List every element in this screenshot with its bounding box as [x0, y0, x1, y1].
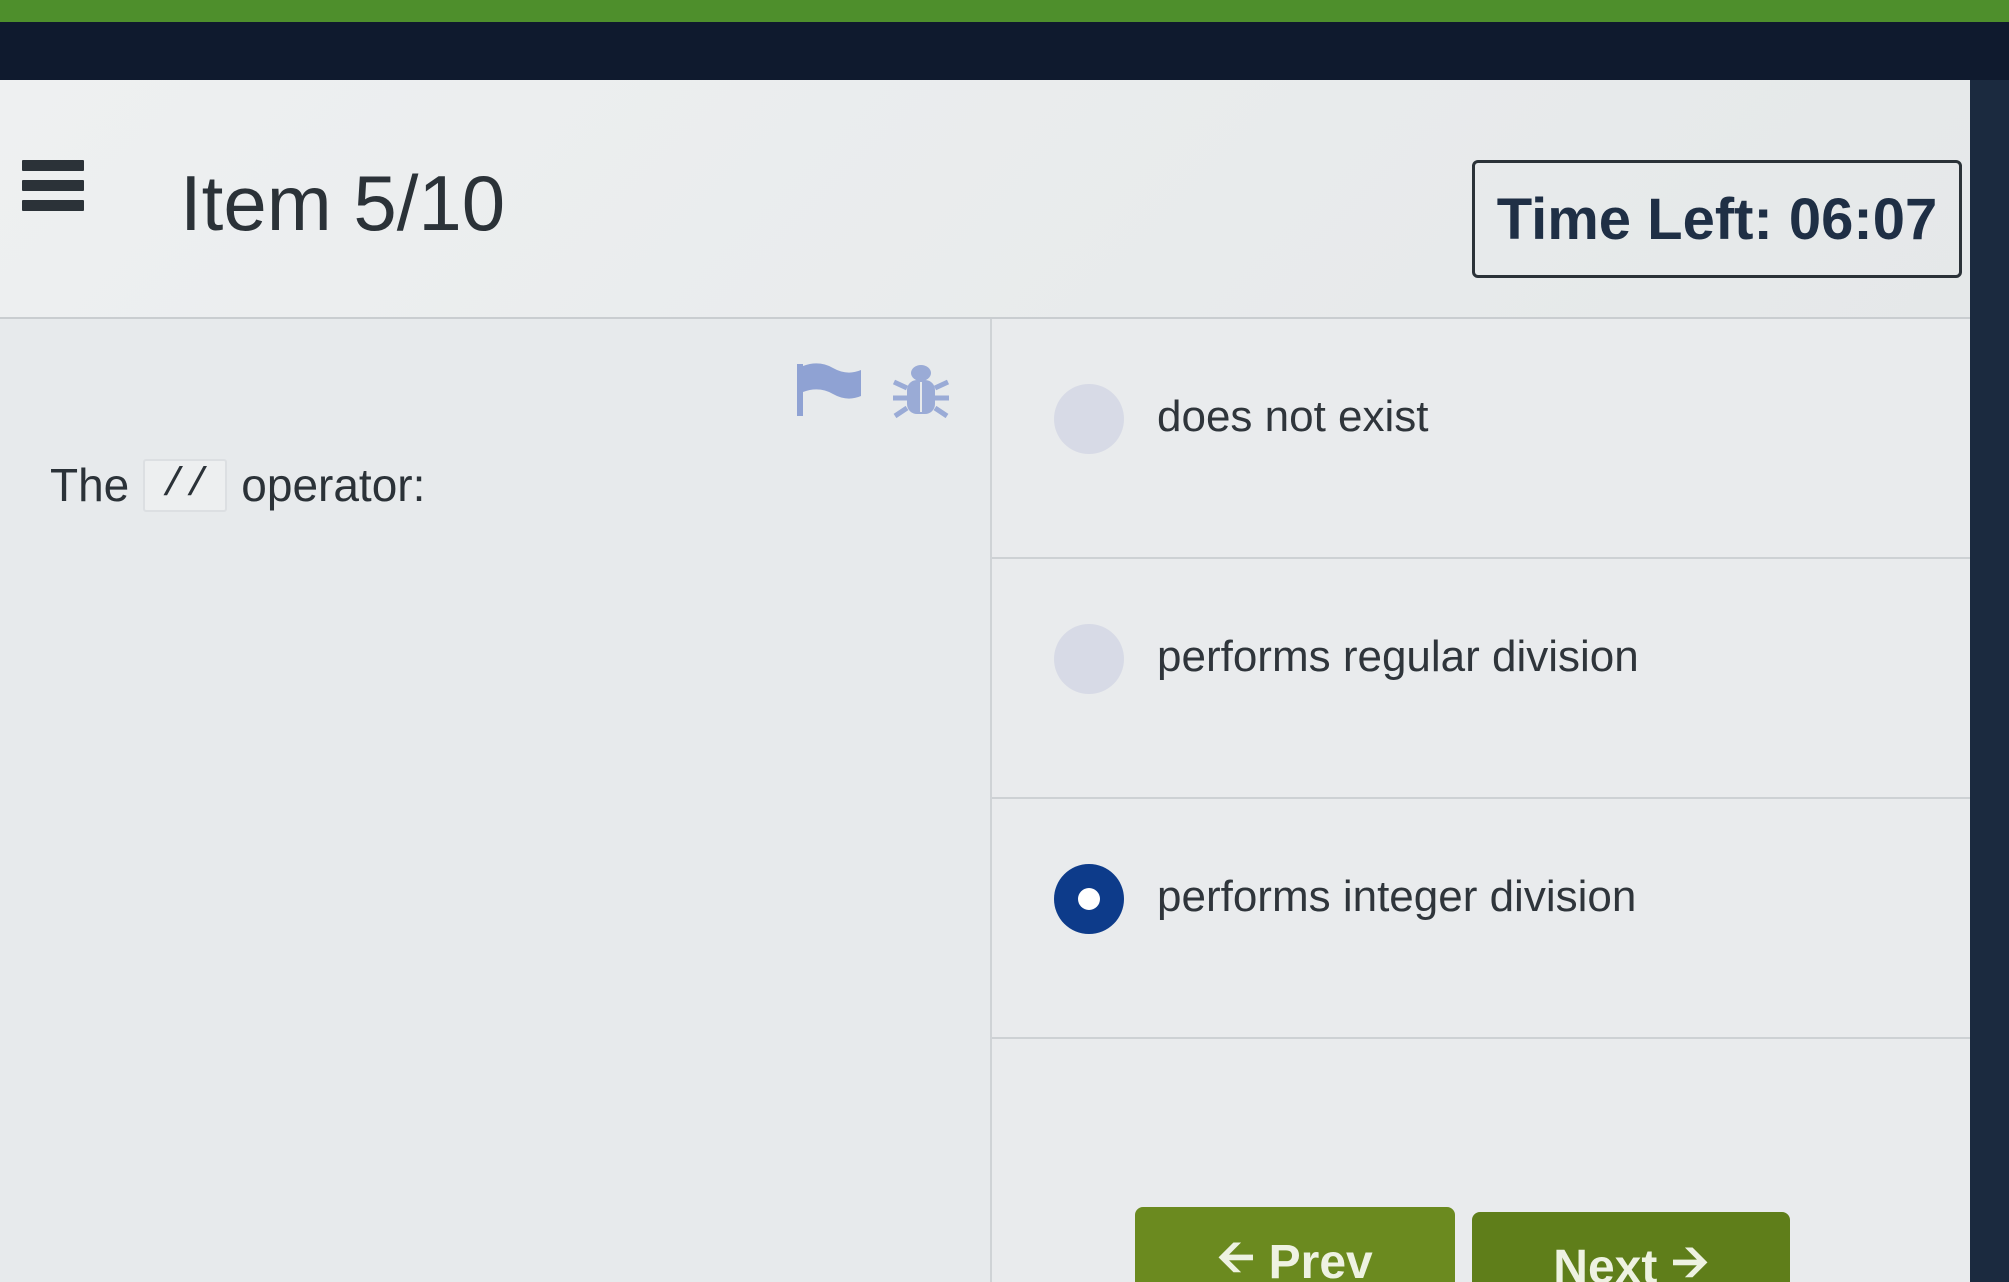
- next-button[interactable]: Next 🡪: [1472, 1212, 1790, 1282]
- answer-options: does not exist performs regular division…: [992, 319, 1970, 1282]
- item-counter: Item 5/10: [180, 159, 506, 247]
- radio-button-unselected[interactable]: [1054, 384, 1124, 454]
- question-code: //: [143, 458, 228, 512]
- top-accent-bar: [0, 0, 2009, 22]
- next-button-label: Next: [1553, 1240, 1658, 1282]
- question-text: The // operator:: [50, 458, 425, 512]
- prev-button-label: Prev: [1268, 1235, 1373, 1282]
- radio-button-unselected[interactable]: [1054, 624, 1124, 694]
- flag-icon[interactable]: [795, 362, 865, 418]
- arrow-left-icon: 🡨: [1217, 1230, 1255, 1282]
- prev-button[interactable]: 🡨 Prev: [1135, 1207, 1455, 1282]
- answer-label: performs integer division: [1157, 872, 1637, 921]
- hamburger-menu-icon[interactable]: [22, 160, 84, 218]
- answer-option-3[interactable]: performs integer division: [992, 799, 1970, 1039]
- bug-icon[interactable]: [890, 360, 952, 422]
- answer-option-1[interactable]: does not exist: [992, 319, 1970, 559]
- radio-button-selected[interactable]: [1054, 864, 1124, 934]
- quiz-screen: Item 5/10 Time Left: 06:07 The // operat…: [0, 80, 1970, 1282]
- arrow-right-icon: 🡪: [1671, 1235, 1709, 1282]
- top-dark-bar: [0, 22, 2009, 80]
- time-left-display: Time Left: 06:07: [1472, 160, 1962, 278]
- answer-label: does not exist: [1157, 392, 1429, 441]
- question-prefix: The: [50, 459, 130, 511]
- answer-label: performs regular division: [1157, 632, 1639, 681]
- question-suffix: operator:: [241, 459, 426, 511]
- quiz-header: Item 5/10 Time Left: 06:07: [0, 80, 1970, 315]
- answer-option-2[interactable]: performs regular division: [992, 559, 1970, 799]
